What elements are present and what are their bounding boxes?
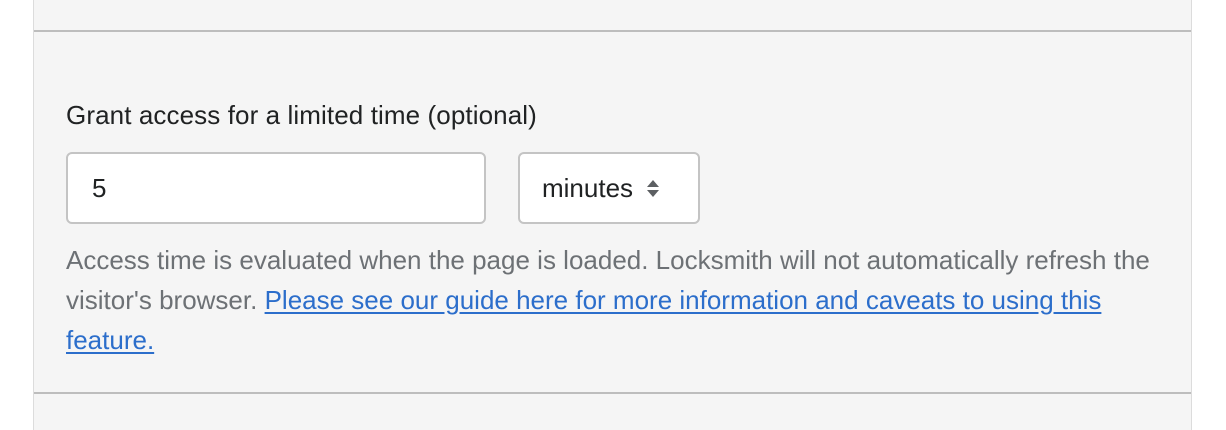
settings-panel: Grant access for a limited time (optiona… — [33, 0, 1192, 430]
duration-input[interactable] — [66, 152, 486, 224]
time-unit-value: minutes — [542, 172, 634, 203]
help-text: Access time is evaluated when the page i… — [66, 240, 1156, 360]
section-divider-top — [34, 30, 1191, 32]
time-unit-select[interactable]: minutes — [518, 152, 700, 224]
select-arrows-icon — [647, 179, 660, 197]
time-limit-label: Grant access for a limited time (optiona… — [66, 100, 537, 130]
section-divider-bottom — [34, 392, 1191, 394]
